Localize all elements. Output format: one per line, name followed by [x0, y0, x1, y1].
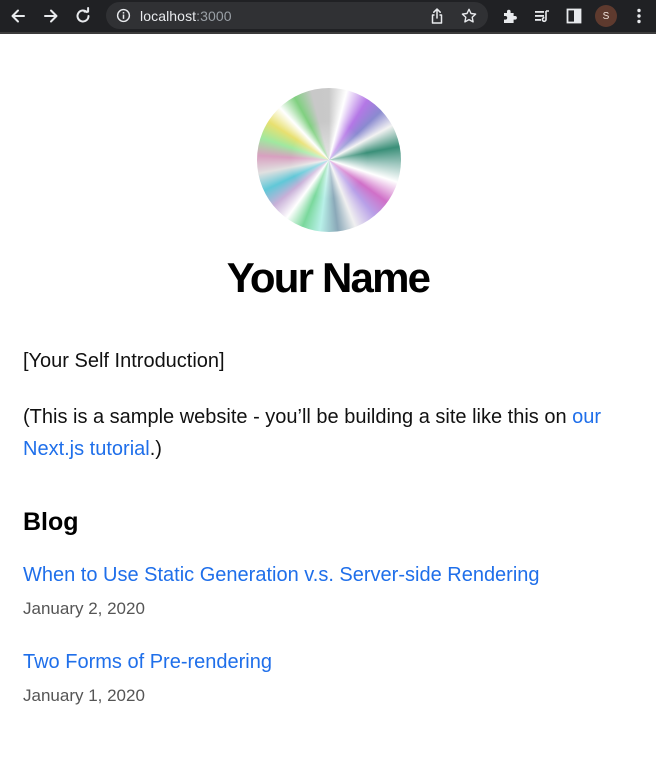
back-icon[interactable]	[6, 4, 30, 28]
self-introduction: [Your Self Introduction]	[23, 350, 225, 372]
sample-end: .)	[149, 438, 162, 460]
profile-initial: S	[602, 10, 610, 22]
info-icon[interactable]	[115, 8, 131, 24]
forward-icon[interactable]	[39, 4, 63, 28]
sample-text: (This is a sample website - you’ll be bu…	[23, 406, 573, 428]
side-panel-icon[interactable]	[562, 4, 586, 28]
profile-image	[257, 88, 401, 232]
page-title: Your Name	[226, 254, 431, 301]
url-text[interactable]: localhost:3000	[140, 8, 232, 24]
sample-note: (This is a sample website - you’ll be bu…	[23, 401, 638, 465]
post-date: January 1, 2020	[23, 686, 145, 705]
reading-list-icon[interactable]	[530, 4, 554, 28]
profile-avatar[interactable]: S	[595, 5, 617, 27]
post-date: January 2, 2020	[23, 599, 145, 618]
post-title-link[interactable]: When to Use Static Generation v.s. Serve…	[23, 561, 540, 589]
url-port: :3000	[196, 7, 232, 24]
extensions-icon[interactable]	[498, 4, 522, 28]
menu-icon[interactable]	[627, 4, 651, 28]
browser-toolbar: localhost:3000 S	[0, 0, 656, 34]
star-icon[interactable]	[460, 7, 478, 25]
address-bar[interactable]: localhost:3000	[106, 2, 488, 29]
post-title-link[interactable]: Two Forms of Pre-rendering	[23, 648, 272, 676]
share-icon[interactable]	[428, 7, 446, 25]
reload-icon[interactable]	[71, 4, 95, 28]
blog-heading: Blog	[23, 508, 79, 536]
url-host: localhost	[140, 7, 197, 24]
